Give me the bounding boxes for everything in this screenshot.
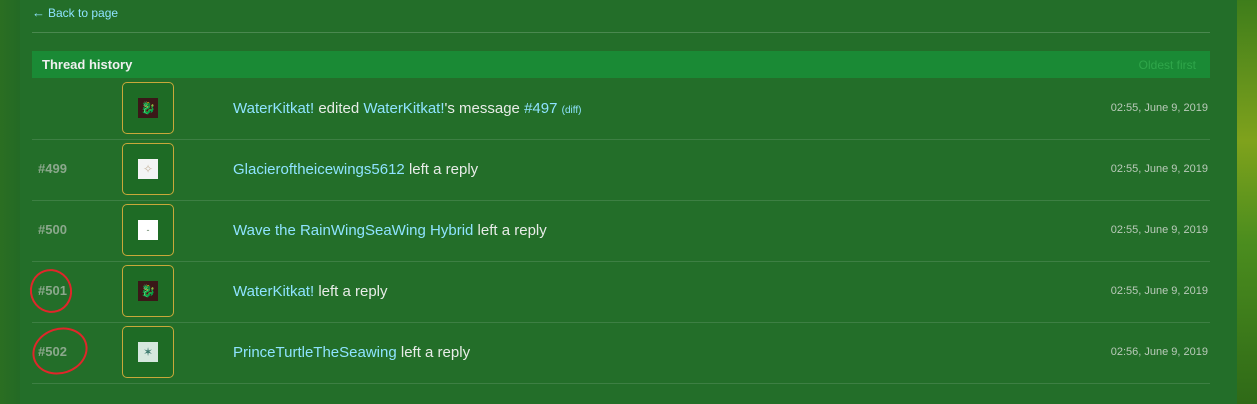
timestamp: 02:55, June 9, 2019 <box>1110 163 1208 175</box>
sort-order-toggle[interactable]: Oldest first <box>1139 58 1196 72</box>
red-circle-annotation <box>24 263 78 319</box>
history-message: WaterKitkat! left a reply <box>233 283 388 300</box>
timestamp: 02:55, June 9, 2019 <box>1110 285 1208 297</box>
post-number[interactable]: #499 <box>38 161 67 176</box>
action-text: left a reply <box>408 161 479 178</box>
history-message: PrinceTurtleTheSeawing left a reply <box>233 344 470 361</box>
action-text: left a reply <box>477 222 547 239</box>
divider <box>32 32 1210 33</box>
seawing-avatar-icon: ✶ <box>138 342 158 362</box>
timestamp: 02:56, June 9, 2019 <box>1110 346 1208 358</box>
dragon-avatar-icon: 🐉 <box>138 98 158 118</box>
user-link[interactable]: Wave the RainWingSeaWing Hybrid <box>233 222 473 239</box>
user-avatar[interactable]: ✧ <box>122 143 174 195</box>
user-avatar[interactable]: ✶ <box>122 326 174 378</box>
timestamp: 02:55, June 9, 2019 <box>1110 224 1208 236</box>
red-circle-annotation <box>26 320 94 382</box>
user-avatar[interactable]: 🐉 <box>122 82 174 134</box>
white-avatar-icon: - <box>138 220 158 240</box>
history-message: Wave the RainWingSeaWing Hybrid left a r… <box>233 222 547 239</box>
thread-history-title: Thread history <box>42 57 133 72</box>
history-row: 🐉 WaterKitkat! edited WaterKitkat!'s mes… <box>32 78 1210 140</box>
user-avatar[interactable]: - <box>122 204 174 256</box>
user-avatar[interactable]: 🐉 <box>122 265 174 317</box>
background-artwork-edge <box>1237 0 1257 404</box>
action-text: edited <box>318 100 360 117</box>
target-user-link[interactable]: WaterKitkat! <box>363 100 444 117</box>
dragon-avatar-icon: 🐉 <box>138 281 158 301</box>
history-row: #502 ✶ PrinceTurtleTheSeawing left a rep… <box>26 320 1210 384</box>
history-message: WaterKitkat! edited WaterKitkat!'s messa… <box>233 100 581 117</box>
history-row: #501 🐉 WaterKitkat! left a reply 02:55, … <box>24 261 1210 323</box>
history-row: #500 - Wave the RainWingSeaWing Hybrid l… <box>32 200 1210 262</box>
post-number[interactable]: #500 <box>38 222 67 237</box>
message-suffix: 's message <box>444 100 520 117</box>
history-row: #499 ✧ Glacieroftheicewings5612 left a r… <box>32 139 1210 201</box>
diff-link[interactable]: (diff) <box>562 105 582 116</box>
user-link[interactable]: WaterKitkat! <box>233 283 314 300</box>
user-link[interactable]: WaterKitkat! <box>233 100 314 117</box>
back-link-label: Back to page <box>48 5 119 20</box>
action-text: left a reply <box>318 283 388 300</box>
arrow-left-icon: ← <box>32 5 45 20</box>
timestamp: 02:55, June 9, 2019 <box>1110 102 1208 114</box>
thread-history-header: Thread history Oldest first <box>32 51 1210 78</box>
user-link[interactable]: PrinceTurtleTheSeawing <box>233 344 397 361</box>
history-message: Glacieroftheicewings5612 left a reply <box>233 161 478 178</box>
message-ref-link[interactable]: #497 <box>524 100 557 117</box>
pale-avatar-icon: ✧ <box>138 159 158 179</box>
action-text: left a reply <box>400 344 471 361</box>
user-link[interactable]: Glacieroftheicewings5612 <box>233 161 405 178</box>
back-to-page-link[interactable]: ← Back to page <box>32 5 118 20</box>
